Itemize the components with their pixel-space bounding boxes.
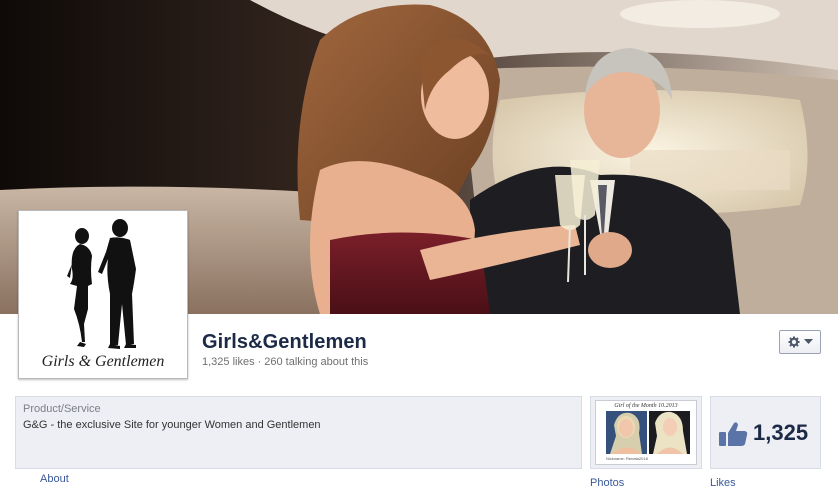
page-title[interactable]: Girls&Gentlemen bbox=[202, 331, 367, 354]
photos-subcaption: Nickname: Renata2018 bbox=[606, 456, 648, 461]
photos-link[interactable]: Photos bbox=[590, 477, 624, 489]
page-stats: 1,325 likes · 260 talking about this bbox=[202, 356, 368, 368]
girls-gentlemen-logo-icon: Girls & Gentlemen bbox=[42, 219, 165, 370]
profile-picture[interactable]: Girls & Gentlemen bbox=[18, 210, 188, 379]
about-link[interactable]: About bbox=[40, 473, 69, 485]
likes-link[interactable]: Likes bbox=[710, 477, 736, 489]
separator-dot: · bbox=[257, 356, 262, 368]
settings-dropdown-button[interactable] bbox=[779, 330, 821, 354]
page-info-box: Product/Service G&G - the exclusive Site… bbox=[15, 396, 582, 469]
page-description: G&G - the exclusive Site for younger Wom… bbox=[23, 419, 321, 431]
likes-count-text: 1,325 likes bbox=[202, 356, 255, 368]
page-category: Product/Service bbox=[23, 403, 101, 415]
likes-count: 1,325 bbox=[753, 420, 809, 445]
photo-woman-2 bbox=[649, 411, 690, 454]
talking-about-text: 260 talking about this bbox=[264, 356, 369, 368]
thumbs-up-icon bbox=[719, 422, 748, 446]
logo-text: Girls & Gentlemen bbox=[42, 353, 165, 370]
photo-woman-1 bbox=[606, 411, 647, 454]
photos-thumbnail: Girl of the Month 10.2013 Nickname: Rena… bbox=[595, 400, 697, 465]
likes-tile[interactable]: 1,325 bbox=[710, 396, 821, 469]
chevron-down-icon bbox=[803, 339, 813, 344]
photos-caption: Girl of the Month 10.2013 bbox=[614, 403, 678, 409]
photos-tile[interactable]: Girl of the Month 10.2013 Nickname: Rena… bbox=[590, 396, 702, 469]
gear-icon bbox=[788, 336, 799, 348]
